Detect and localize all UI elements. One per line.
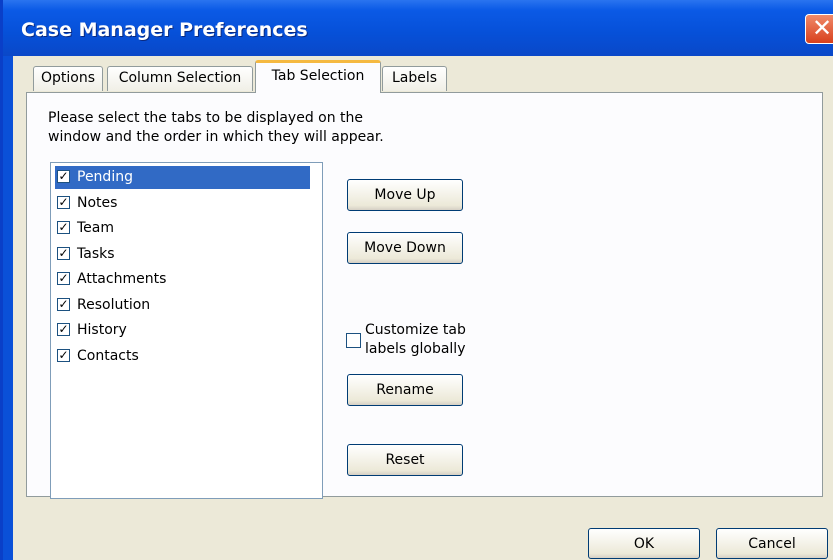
list-item-label: Tasks [77, 246, 115, 262]
instructions-line-1: Please select the tabs to be displayed o… [48, 110, 364, 126]
customize-line-1: Customize tab [365, 322, 466, 338]
check-icon: ✓ [58, 322, 69, 336]
customize-labels-checkbox[interactable] [346, 333, 361, 348]
cancel-label: Cancel [748, 536, 796, 552]
customize-labels-label: Customize tab labels globally [365, 321, 505, 359]
history-checkbox[interactable]: ✓ [57, 323, 70, 336]
customize-line-2: labels globally [365, 341, 466, 357]
tab-column-selection[interactable]: Column Selection [107, 66, 253, 91]
close-button[interactable]: ✕ [805, 14, 833, 44]
check-icon: ✓ [58, 169, 69, 183]
tab-options-label: Options [40, 70, 96, 86]
ok-button[interactable]: OK [588, 528, 700, 559]
check-icon: ✓ [58, 271, 69, 285]
move-up-label: Move Up [374, 187, 436, 203]
list-item-label: History [77, 322, 127, 338]
move-down-button[interactable]: Move Down [347, 232, 463, 264]
check-icon: ✓ [58, 348, 69, 362]
check-icon: ✓ [58, 297, 69, 311]
check-icon: ✓ [58, 220, 69, 234]
list-item-label: Team [77, 220, 115, 236]
tab-options[interactable]: Options [33, 66, 103, 91]
list-item-label: Resolution [77, 297, 151, 313]
list-item-notes[interactable]: ✓ Notes [55, 192, 310, 215]
move-down-label: Move Down [364, 240, 446, 256]
move-up-button[interactable]: Move Up [347, 179, 463, 211]
list-item-contacts[interactable]: ✓ Contacts [55, 345, 310, 368]
list-item-attachments[interactable]: ✓ Attachments [55, 268, 310, 291]
notes-checkbox[interactable]: ✓ [57, 196, 70, 209]
check-icon: ✓ [58, 246, 69, 260]
instructions-text: Please select the tabs to be displayed o… [48, 109, 468, 147]
ok-label: OK [633, 536, 655, 552]
list-item-pending[interactable]: ✓ Pending [55, 166, 310, 189]
list-item-label: Notes [77, 195, 118, 211]
tasks-checkbox[interactable]: ✓ [57, 247, 70, 260]
dialog-body: Options Column Selection Tab Selection L… [13, 56, 833, 560]
pending-checkbox[interactable]: ✓ [57, 170, 70, 183]
title-bar[interactable]: Case Manager Preferences [3, 0, 833, 56]
contacts-checkbox[interactable]: ✓ [57, 349, 70, 362]
tabs-listbox[interactable]: ✓ Pending ✓ Notes ✓ Team ✓ Tasks ✓ Attac… [50, 162, 323, 499]
tab-tab-selection[interactable]: Tab Selection [255, 60, 381, 93]
reset-button[interactable]: Reset [347, 444, 463, 476]
rename-button[interactable]: Rename [347, 374, 463, 406]
preferences-window: Case Manager Preferences ✕ Options Colum… [0, 0, 833, 560]
cancel-button[interactable]: Cancel [716, 528, 828, 559]
list-item-label: Attachments [77, 271, 167, 287]
list-item-history[interactable]: ✓ History [55, 319, 310, 342]
instructions-line-2: window and the order in which they will … [48, 129, 384, 145]
close-icon: ✕ [811, 14, 833, 42]
list-item-label: Contacts [77, 348, 139, 364]
tab-labels-label: Labels [391, 70, 438, 86]
rename-label: Rename [376, 382, 434, 398]
list-item-team[interactable]: ✓ Team [55, 217, 310, 240]
tab-tab-selection-label: Tab Selection [271, 68, 365, 84]
attachments-checkbox[interactable]: ✓ [57, 272, 70, 285]
check-icon: ✓ [58, 195, 69, 209]
reset-label: Reset [385, 452, 425, 468]
team-checkbox[interactable]: ✓ [57, 221, 70, 234]
window-title: Case Manager Preferences [21, 19, 308, 41]
tab-labels[interactable]: Labels [382, 66, 447, 91]
resolution-checkbox[interactable]: ✓ [57, 298, 70, 311]
list-item-label: Pending [77, 169, 133, 185]
list-item-resolution[interactable]: ✓ Resolution [55, 294, 310, 317]
tab-column-selection-label: Column Selection [118, 70, 242, 86]
list-item-tasks[interactable]: ✓ Tasks [55, 243, 310, 266]
